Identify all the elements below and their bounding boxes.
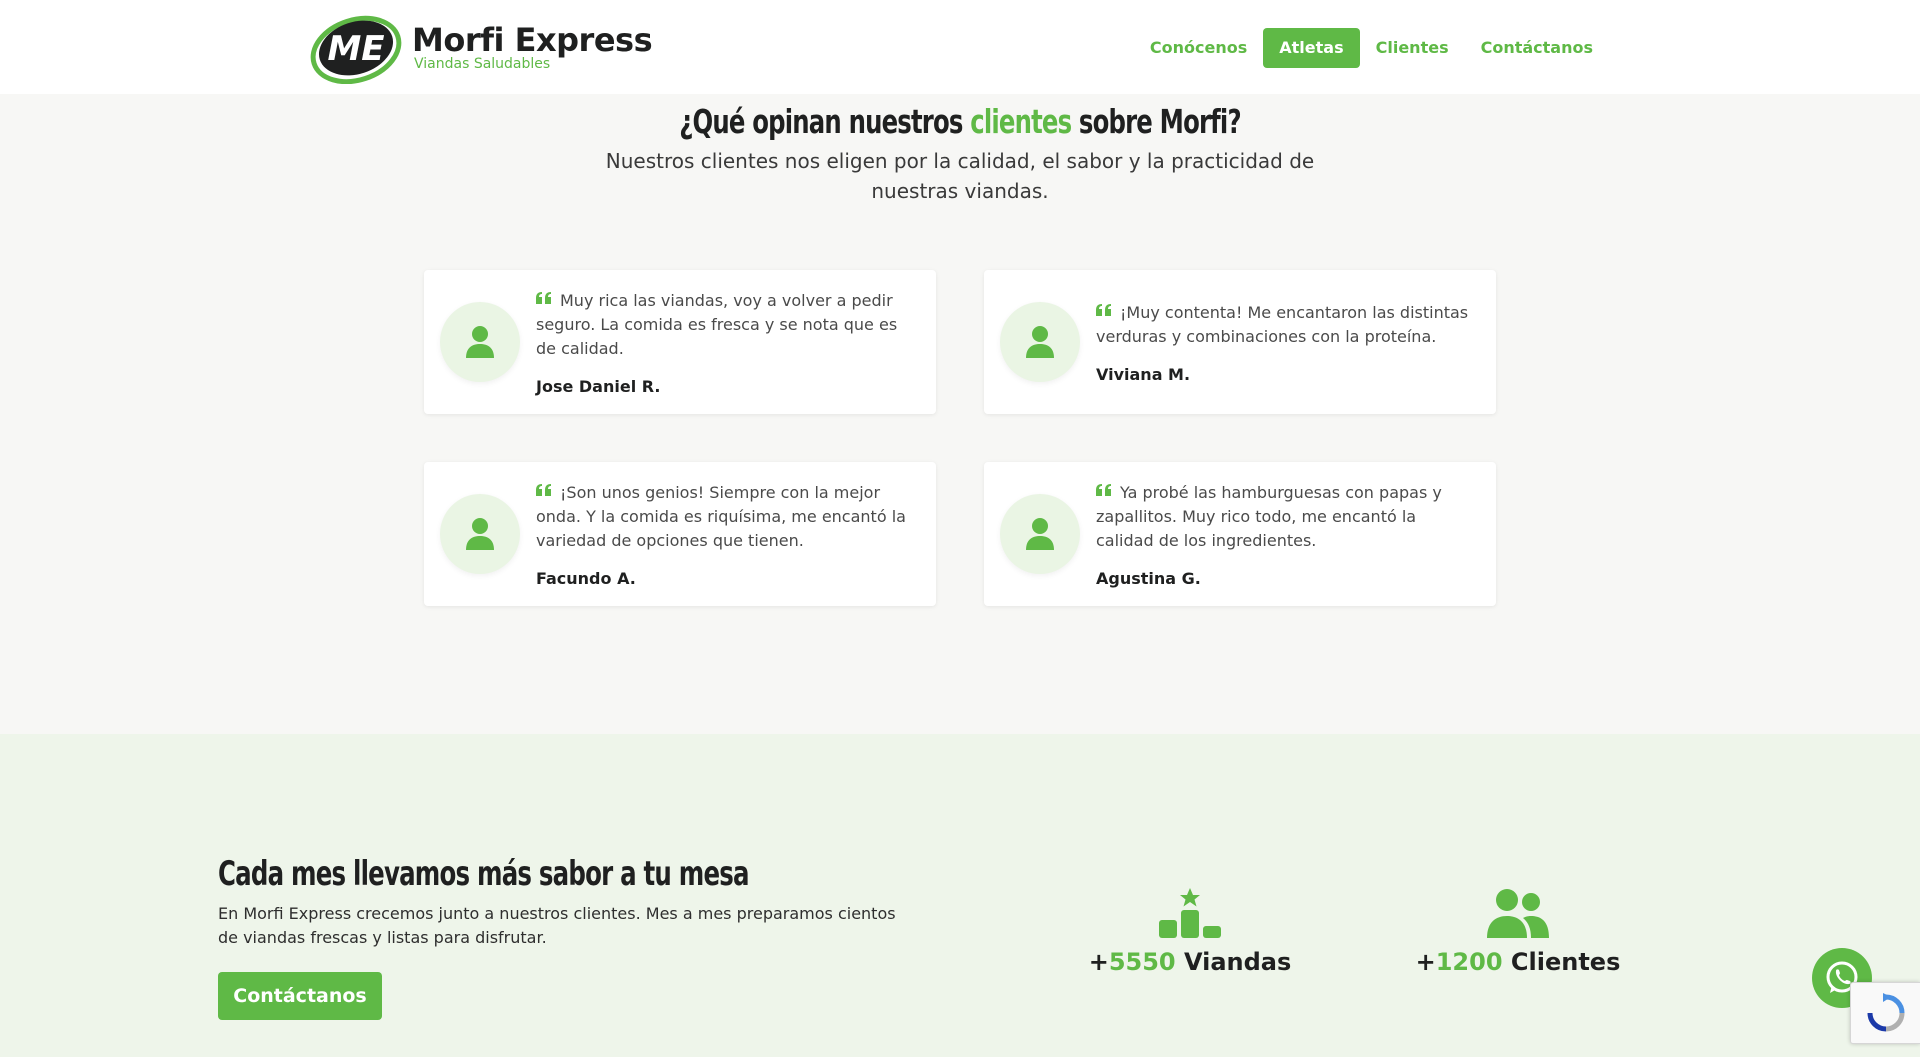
nav-item-contactanos[interactable]: Contáctanos — [1465, 28, 1609, 68]
stats-title: Cada mes llevamos más sabor a tu mesa — [218, 854, 750, 894]
recaptcha-icon — [1867, 993, 1904, 1032]
stats-section: Cada mes llevamos más sabor a tu mesa En… — [0, 734, 1920, 1057]
testimonial-card: Ya probé las hamburguesas con papas y za… — [984, 462, 1496, 606]
stat-viandas: +5550 Viandas — [1060, 884, 1320, 976]
avatar — [1000, 302, 1080, 382]
users-icon — [1487, 889, 1549, 938]
recaptcha-badge[interactable] — [1850, 982, 1920, 1044]
avatar — [440, 494, 520, 574]
testimonial-quote: Ya probé las hamburguesas con papas y za… — [1096, 482, 1442, 550]
nav-item-conocenos[interactable]: Conócenos — [1134, 28, 1263, 68]
site-header: ME Morfi Express Viandas Saludables Conó… — [0, 0, 1920, 94]
avatar — [1000, 494, 1080, 574]
podium-star-icon — [1159, 888, 1221, 938]
testimonial-author: Viviana M. — [1096, 364, 1191, 384]
stats-text: En Morfi Express crecemos junto a nuestr… — [218, 904, 896, 947]
testimonial-author: Agustina G. — [1096, 568, 1201, 588]
user-icon — [466, 326, 494, 358]
stat-label: +5550 Viandas — [1088, 948, 1292, 976]
testimonials-section: ¿Qué opinan nuestros clientes sobre Morf… — [0, 94, 1920, 734]
testimonial-author: Facundo A. — [536, 568, 636, 588]
brand-mark-text: ME — [327, 29, 384, 69]
quote-icon — [1096, 483, 1111, 496]
testimonial-quote: Muy rica las viandas, voy a volver a ped… — [536, 290, 898, 358]
user-icon — [1026, 326, 1054, 358]
testimonial-card: ¡Son unos genios! Siempre con la mejor o… — [424, 462, 936, 606]
brand-mark-icon: ME — [310, 10, 404, 85]
testimonial-author: Jose Daniel R. — [536, 376, 661, 396]
user-icon — [466, 518, 494, 550]
testimonial-card: Muy rica las viandas, voy a volver a ped… — [424, 270, 936, 414]
testimonials-subtitle: Nuestros clientes nos eligen por la cali… — [605, 149, 1315, 203]
contact-button[interactable]: Contáctanos — [218, 972, 382, 1020]
testimonial-quote: ¡Son unos genios! Siempre con la mejor o… — [536, 482, 906, 550]
nav-item-atletas[interactable]: Atletas — [1263, 28, 1360, 68]
quote-icon — [536, 483, 551, 496]
testimonial-quote: ¡Muy contenta! Me encantaron las distint… — [1096, 302, 1469, 346]
quote-icon — [536, 291, 551, 304]
brand-tagline: Viandas Saludables — [414, 56, 551, 72]
stat-label: +1200 Clientes — [1415, 948, 1621, 976]
testimonials-title: ¿Qué opinan nuestros clientes sobre Morf… — [679, 102, 1241, 141]
user-icon — [1026, 518, 1054, 550]
brand-name: Morfi Express — [412, 21, 653, 59]
brand-logo[interactable]: ME Morfi Express Viandas Saludables — [310, 10, 653, 85]
nav-item-clientes[interactable]: Clientes — [1360, 28, 1465, 68]
avatar — [440, 302, 520, 382]
main-nav: Conócenos Atletas Clientes Contáctanos — [1134, 28, 1609, 68]
testimonial-card: ¡Muy contenta! Me encantaron las distint… — [984, 270, 1496, 414]
stat-clientes: +1200 Clientes — [1388, 884, 1648, 976]
quote-icon — [1096, 303, 1111, 316]
